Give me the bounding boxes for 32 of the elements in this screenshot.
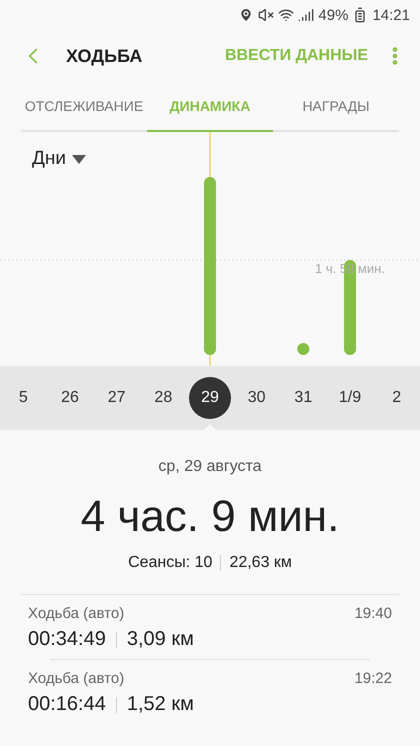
battery-percent: 49%: [318, 6, 348, 24]
sessions-count: Сеансы: 10: [128, 554, 212, 572]
wifi-icon: [278, 7, 294, 23]
session-distance: 1,52 км: [126, 693, 194, 716]
caret-icon: [72, 154, 86, 164]
clock: 14:21: [372, 6, 410, 24]
signal-icon: [298, 7, 314, 23]
day-item[interactable]: 1/9: [328, 377, 371, 419]
day-item[interactable]: 27: [96, 377, 138, 419]
screen-title: ХОДЬБА: [66, 46, 144, 66]
session-time: 19:22: [354, 670, 392, 687]
day-item[interactable]: 28: [142, 377, 184, 419]
day-item[interactable]: 29: [188, 377, 231, 419]
session-distance: 3,09 км: [126, 628, 194, 651]
day-item[interactable]: 30: [236, 377, 278, 419]
selected-date: ср, 29 августа: [158, 458, 262, 476]
period-dropdown[interactable]: Дни: [32, 148, 86, 170]
activity-dot: [297, 343, 310, 355]
total-distance: 22,63 км: [229, 554, 292, 572]
tab[interactable]: НАГРАДЫ: [273, 82, 399, 132]
session-duration: 00:16:44: [28, 693, 106, 716]
session-name: Ходьба (авто): [28, 605, 124, 622]
mute-icon: [258, 7, 274, 23]
tab[interactable]: ОТСЛЕЖИВАНИЕ: [21, 82, 147, 132]
day-item[interactable]: 5: [2, 377, 44, 419]
day-item[interactable]: 31: [282, 377, 324, 419]
session-duration: 00:34:49: [28, 628, 106, 651]
total-duration: 4 час. 9 мин.: [80, 492, 340, 542]
session-time: 19:40: [354, 605, 392, 622]
day-item[interactable]: 26: [48, 377, 91, 419]
day-item[interactable]: 2: [376, 377, 418, 419]
session-name: Ходьба (авто): [28, 670, 124, 687]
